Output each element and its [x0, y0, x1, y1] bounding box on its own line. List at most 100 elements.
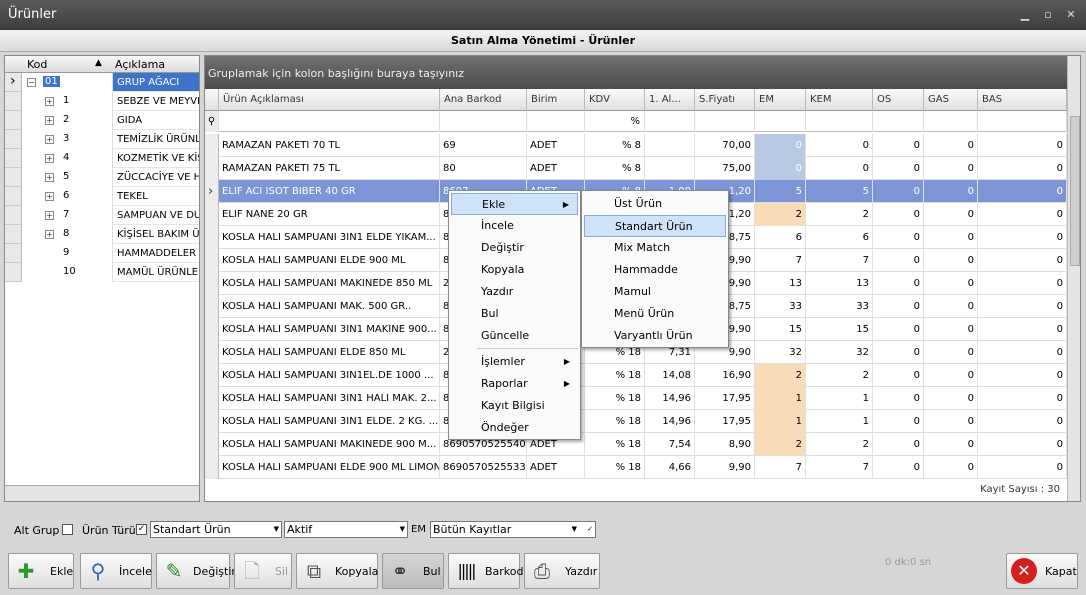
- menu-item[interactable]: Raporlar ▶: [451, 373, 578, 395]
- urun-turu-combo[interactable]: Standart Ürün ▼: [150, 521, 282, 538]
- table-row[interactable]: KOSLA HALI SAMPUANI MAKINEDE 900 M... 869…: [205, 433, 1067, 456]
- kapat-button[interactable]: ✕ Kapat: [1006, 553, 1078, 589]
- filter-row[interactable]: ⚲%: [205, 111, 1067, 132]
- menu-item[interactable]: Öndeğer: [451, 417, 578, 439]
- bul-button[interactable]: ⚭ Bul: [382, 553, 444, 589]
- tree-row[interactable]: 10 MAMÜL ÜRÜNLER: [5, 263, 199, 282]
- col-header[interactable]: 1. Al...: [645, 89, 695, 111]
- table-row[interactable]: KOSLA HALI SAMPUANI 3IN1EL.DE 1000 ... 8%…: [205, 364, 1067, 387]
- menu-item[interactable]: Yazdır: [451, 281, 578, 303]
- submenu-item[interactable]: Üst Ürün: [584, 193, 726, 215]
- filter-cell[interactable]: [440, 111, 527, 132]
- incele-button[interactable]: ⚲ İncele: [80, 553, 152, 589]
- submenu-item[interactable]: Mix Match: [584, 237, 726, 259]
- status-combo[interactable]: Aktif ▼: [284, 521, 408, 538]
- tree-row[interactable]: 9 HAMMADDELER: [5, 244, 199, 263]
- filter-cell[interactable]: [873, 111, 924, 132]
- col-header[interactable]: GAS: [924, 89, 978, 111]
- expand-icon[interactable]: +: [45, 173, 54, 182]
- tree-row[interactable]: +6 TEKEL: [5, 187, 199, 206]
- minimize-icon[interactable]: ▁: [1018, 9, 1032, 21]
- group-panel[interactable]: Gruplamak için kolon başlığını buraya ta…: [205, 56, 1080, 89]
- submenu-item[interactable]: Menü Ürün: [584, 303, 726, 325]
- tree-row[interactable]: +4 KOZMETİK VE KİŞ: [5, 149, 199, 168]
- kopyala-button[interactable]: ⧉ Kopyala: [296, 553, 378, 589]
- menu-item[interactable]: Ekle ▶: [451, 193, 578, 215]
- tree-row[interactable]: +2 GIDA: [5, 111, 199, 130]
- row-indicator: [205, 249, 219, 272]
- tree-row[interactable]: +7 SAMPUAN VE DUS: [5, 206, 199, 225]
- menu-item[interactable]: Güncelle: [451, 325, 578, 347]
- expand-icon[interactable]: +: [45, 192, 54, 201]
- table-cell: 7: [755, 456, 806, 479]
- table-cell: ADET: [527, 157, 585, 180]
- yazdir-button[interactable]: ⎙ Yazdır: [524, 553, 600, 589]
- grid-vscroll[interactable]: [1067, 56, 1080, 501]
- table-row[interactable]: KOSLA HALI SAMPUANI 3IN1 ELDE. 2 KG. ...…: [205, 410, 1067, 433]
- filter-cell[interactable]: [645, 111, 695, 132]
- col-header[interactable]: BAS: [978, 89, 1067, 111]
- menu-item[interactable]: Kayıt Bilgisi: [451, 395, 578, 417]
- menu-item[interactable]: Değiştir: [451, 237, 578, 259]
- menu-item[interactable]: İşlemler ▶: [451, 351, 578, 373]
- tree-col-kod[interactable]: Kod: [27, 58, 47, 71]
- col-header[interactable]: S.Fiyatı: [695, 89, 755, 111]
- col-header[interactable]: KEM: [806, 89, 873, 111]
- filter-cell[interactable]: [219, 111, 440, 132]
- scroll-thumb[interactable]: [1070, 116, 1080, 266]
- tree-kod: 4: [63, 152, 70, 163]
- tree-aciklama: ZÜCCACİYE VE Hİ: [112, 168, 199, 187]
- expand-icon[interactable]: +: [45, 135, 54, 144]
- filter-cell[interactable]: [527, 111, 585, 132]
- col-header[interactable]: OS: [873, 89, 924, 111]
- menu-item[interactable]: İncele: [451, 215, 578, 237]
- collapse-icon[interactable]: −: [27, 78, 36, 87]
- table-cell: 2: [806, 203, 873, 226]
- expand-icon[interactable]: +: [45, 230, 54, 239]
- sil-button[interactable]: 🗋 Sil: [234, 553, 292, 589]
- col-header[interactable]: Ana Barkod: [440, 89, 527, 111]
- alt-grup-checkbox[interactable]: [62, 524, 73, 535]
- tree-row[interactable]: +8 KİŞİSEL BAKIM Ü.: [5, 225, 199, 244]
- col-header[interactable]: Ürün Açıklaması: [219, 89, 440, 111]
- ekle-button[interactable]: ✚ Ekle: [8, 553, 74, 589]
- table-row[interactable]: RAMAZAN PAKETI 70 TL 69 ADET% 8 70,00 0 0 0 0 0: [205, 134, 1067, 157]
- group-tree[interactable]: Kod ▲ Açıklama › −01 GRUP AĞACI +1 SEBZE VE …: [4, 55, 200, 502]
- filter-cell[interactable]: [978, 111, 1067, 132]
- submenu-item[interactable]: Mamul: [584, 281, 726, 303]
- close-icon[interactable]: ✕: [1064, 9, 1078, 21]
- expand-icon[interactable]: +: [45, 97, 54, 106]
- urun-turu-checkbox[interactable]: ✓: [136, 524, 147, 535]
- barkod-button[interactable]: ||||| Barkod: [448, 553, 524, 589]
- menu-item[interactable]: Bul: [451, 303, 578, 325]
- tree-hscroll[interactable]: [5, 485, 199, 501]
- table-row[interactable]: KOSLA HALI SAMPUANI ELDE 900 ML LIMON 869…: [205, 456, 1067, 479]
- tree-row[interactable]: +1 SEBZE VE MEYVEL: [5, 92, 199, 111]
- maximize-icon[interactable]: ▫: [1041, 9, 1055, 21]
- chevron-down-icon: ▼: [273, 525, 279, 533]
- filter-cell[interactable]: [924, 111, 978, 132]
- filter-cell[interactable]: [695, 111, 755, 132]
- submenu-item[interactable]: Hammadde: [584, 259, 726, 281]
- submenu-item[interactable]: Varyantlı Ürün: [584, 325, 726, 347]
- records-combo[interactable]: Bütün Kayıtlar ▼ ✓: [430, 521, 596, 538]
- col-header[interactable]: KDV: [585, 89, 645, 111]
- filter-cell[interactable]: [806, 111, 873, 132]
- col-header[interactable]: EM: [755, 89, 806, 111]
- col-header[interactable]: Birim: [527, 89, 585, 111]
- degistir-button[interactable]: ✎ Değiştir: [156, 553, 236, 589]
- filter-icon[interactable]: ⚲: [205, 111, 219, 132]
- table-row[interactable]: KOSLA HALI SAMPUANI 3IN1 HALI MAK. 2... 8…: [205, 387, 1067, 410]
- tree-col-aciklama[interactable]: Açıklama: [115, 58, 165, 71]
- filter-cell[interactable]: %: [585, 111, 645, 132]
- table-row[interactable]: RAMAZAN PAKETI 75 TL 80 ADET% 8 75,00 0 0 0 0 0: [205, 157, 1067, 180]
- expand-icon[interactable]: +: [45, 154, 54, 163]
- menu-item[interactable]: Kopyala: [451, 259, 578, 281]
- submenu-item[interactable]: Standart Ürün: [584, 215, 726, 237]
- tree-row[interactable]: +5 ZÜCCACİYE VE Hİ: [5, 168, 199, 187]
- tree-row[interactable]: +3 TEMİZLİK ÜRÜNLE: [5, 130, 199, 149]
- filter-cell[interactable]: [755, 111, 806, 132]
- expand-icon[interactable]: +: [45, 211, 54, 220]
- expand-icon[interactable]: +: [45, 116, 54, 125]
- tree-row[interactable]: › −01 GRUP AĞACI: [5, 73, 199, 92]
